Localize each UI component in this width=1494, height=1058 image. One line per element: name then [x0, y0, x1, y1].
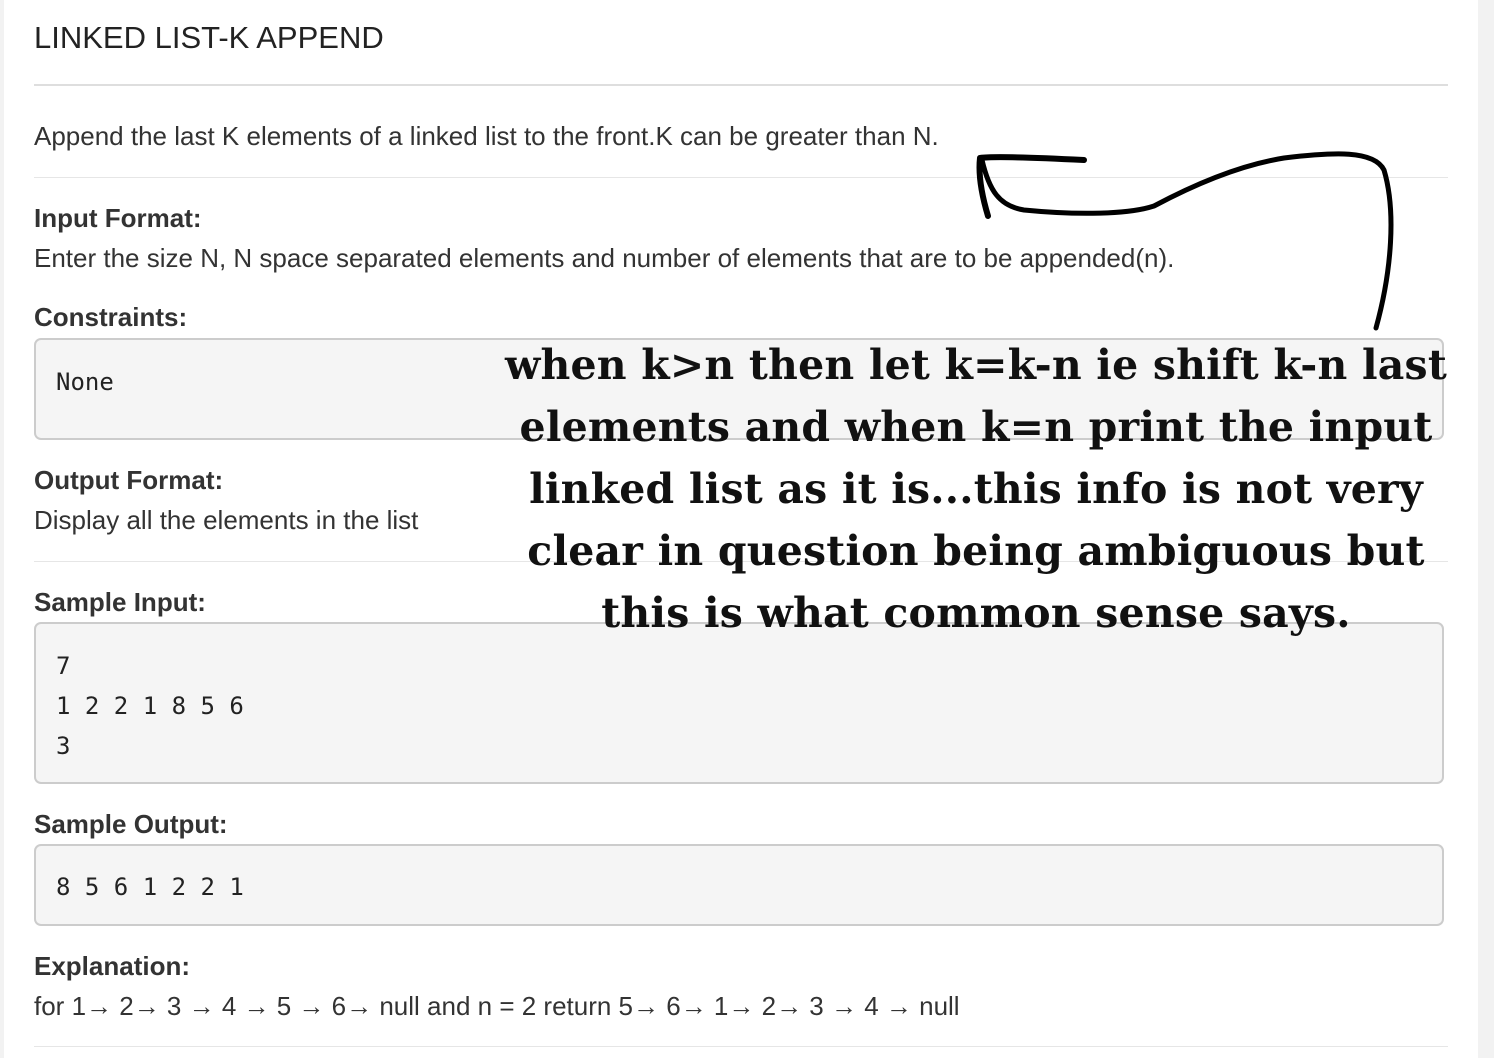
hand-drawn-arrow-icon	[976, 151, 1394, 331]
problem-page: LINKED LIST-K APPEND Append the last K e…	[4, 0, 1478, 1058]
arrow-head	[976, 154, 1087, 219]
arrow-shaft	[979, 151, 1394, 331]
